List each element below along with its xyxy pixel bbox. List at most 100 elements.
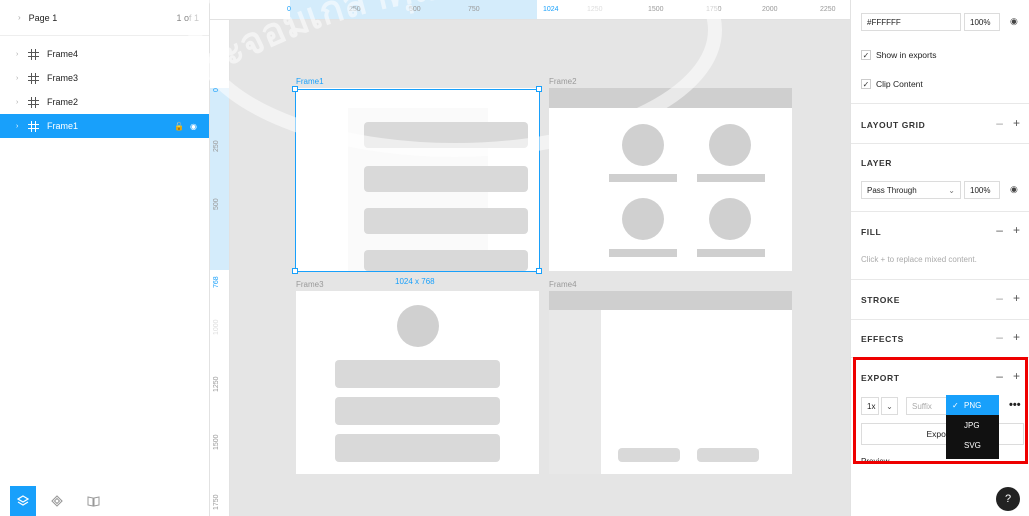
- help-button[interactable]: ?: [996, 487, 1020, 511]
- frame2-caption-1: [609, 174, 677, 182]
- ruler-tick: 250: [213, 140, 220, 152]
- layout-grid-title: LAYOUT GRID: [861, 120, 926, 130]
- ruler-tick: 1250: [213, 376, 220, 392]
- format-option-label: PNG: [964, 400, 982, 410]
- stroke-title: STROKE: [861, 295, 901, 305]
- frame-icon: [28, 120, 39, 132]
- export-format-dropdown[interactable]: ✓ PNG JPG SVG: [946, 395, 999, 459]
- sidebar-tabs: [0, 486, 209, 516]
- effects-section: EFFECTS – +: [851, 319, 1029, 357]
- frame-icon: [28, 72, 39, 84]
- frame2-caption-3: [609, 249, 677, 257]
- design-canvas[interactable]: Frame1 1024 x 768 Frame2 Frame3 Frame4: [231, 21, 850, 516]
- layer-item-frame1[interactable]: › Frame1 🔓 ◉: [0, 114, 209, 138]
- visibility-eye-icon[interactable]: ◉: [190, 122, 197, 131]
- resize-handle-tl[interactable]: [292, 86, 298, 92]
- fill-color-field[interactable]: #FFFFFF: [861, 13, 961, 31]
- plus-icon[interactable]: +: [1013, 369, 1020, 383]
- export-suffix-input[interactable]: Suffix: [906, 397, 948, 415]
- frame2[interactable]: [549, 88, 792, 271]
- expand-arrow-icon[interactable]: ›: [16, 51, 26, 58]
- page-selector[interactable]: › Page 1 1 of 1: [0, 0, 209, 36]
- ruler-tick: 0: [287, 6, 291, 13]
- layer-label: Frame3: [47, 73, 79, 83]
- frame4-button-2: [697, 448, 759, 462]
- resize-handle-tr[interactable]: [536, 86, 542, 92]
- minus-icon[interactable]: –: [996, 291, 1003, 305]
- minus-icon[interactable]: –: [996, 369, 1003, 383]
- resize-handle-bl[interactable]: [292, 268, 298, 274]
- eye-icon[interactable]: ◉: [1010, 16, 1018, 27]
- frame4-sidebar: [549, 310, 601, 474]
- ruler-tick: 1750: [213, 494, 220, 510]
- frame-label-frame2[interactable]: Frame2: [549, 77, 577, 86]
- ruler-tick: 2000: [762, 6, 778, 13]
- minus-icon[interactable]: –: [996, 330, 1003, 344]
- plus-icon[interactable]: +: [1013, 291, 1020, 305]
- frame3-bar-2: [335, 397, 500, 425]
- ruler-tick: 1024: [543, 6, 559, 13]
- horizontal-ruler: 0 250 500 750 1024 1250 1500 1750 2000 2…: [210, 0, 850, 20]
- frame4-header: [549, 291, 792, 310]
- ruler-tick: 1000: [213, 319, 220, 335]
- more-options-icon[interactable]: •••: [1009, 399, 1021, 411]
- expand-arrow-icon[interactable]: ›: [16, 123, 26, 130]
- eye-icon[interactable]: ◉: [1010, 184, 1018, 195]
- ruler-tick: 500: [213, 198, 220, 210]
- blend-mode-select[interactable]: Pass Through ⌄: [861, 181, 961, 199]
- resize-handle-br[interactable]: [536, 268, 542, 274]
- frame3[interactable]: [296, 291, 539, 474]
- expand-arrow-icon[interactable]: ›: [16, 99, 26, 106]
- minus-icon[interactable]: –: [996, 223, 1003, 237]
- frame2-avatar-1: [622, 124, 664, 166]
- layer-label: Frame1: [47, 121, 79, 131]
- format-option-label: SVG: [964, 440, 981, 450]
- ruler-tick: 500: [409, 6, 421, 13]
- frame3-bar-1: [335, 360, 500, 388]
- checkbox-checked-icon[interactable]: ✓: [861, 79, 871, 89]
- ruler-tick: 1500: [213, 434, 220, 450]
- layer-item-frame2[interactable]: › Frame2: [0, 90, 209, 114]
- fill-opacity-field[interactable]: 100%: [964, 13, 1000, 31]
- ruler-tick: 250: [349, 6, 361, 13]
- format-option-svg[interactable]: SVG: [946, 435, 999, 455]
- export-scale-dropdown[interactable]: ⌄: [881, 397, 898, 415]
- clip-content-checkbox[interactable]: ✓ Clip Content: [861, 79, 923, 89]
- layer-item-frame3[interactable]: › Frame3: [0, 66, 209, 90]
- minus-icon[interactable]: –: [996, 116, 1003, 130]
- library-icon[interactable]: [78, 486, 108, 516]
- format-option-png[interactable]: ✓ PNG: [946, 395, 999, 415]
- components-icon[interactable]: [42, 486, 72, 516]
- ruler-tick: 750: [468, 6, 480, 13]
- checkbox-checked-icon[interactable]: ✓: [861, 50, 871, 60]
- ruler-tick: 1250: [587, 6, 603, 13]
- chevron-right-icon: ›: [18, 13, 21, 22]
- plus-icon[interactable]: +: [1013, 223, 1020, 237]
- layer-section: LAYER Pass Through ⌄ 100% ◉: [851, 143, 1029, 211]
- plus-icon[interactable]: +: [1013, 116, 1020, 130]
- vertical-ruler: 0 250 500 768 1000 1250 1500 1750: [210, 20, 230, 516]
- frame-label-frame3[interactable]: Frame3: [296, 280, 324, 289]
- layer-item-frame4[interactable]: › Frame4: [0, 42, 209, 66]
- layers-panel: › Page 1 1 of 1 › Frame4 › Frame3 › Fram…: [0, 0, 210, 516]
- frame4[interactable]: [549, 291, 792, 474]
- frame-icon: [28, 96, 39, 108]
- show-in-exports-checkbox[interactable]: ✓ Show in exports: [861, 50, 936, 60]
- layers-icon[interactable]: [10, 486, 36, 516]
- layer-label: Frame4: [47, 49, 79, 59]
- page-count: 1 of 1: [176, 12, 199, 23]
- fill-hint: Click + to replace mixed content.: [861, 255, 977, 264]
- frame2-avatar-3: [622, 198, 664, 240]
- unlock-icon[interactable]: 🔓: [174, 122, 184, 131]
- format-option-jpg[interactable]: JPG: [946, 415, 999, 435]
- export-button[interactable]: Export F: [861, 423, 1024, 445]
- layer-opacity-field[interactable]: 100%: [964, 181, 1000, 199]
- export-scale-field[interactable]: 1x: [861, 397, 879, 415]
- frame-label-frame4[interactable]: Frame4: [549, 280, 577, 289]
- preview-toggle[interactable]: Preview: [861, 457, 889, 466]
- frame-label-frame1[interactable]: Frame1: [296, 77, 324, 86]
- frame2-caption-2: [697, 174, 765, 182]
- selection-box[interactable]: [295, 89, 540, 272]
- expand-arrow-icon[interactable]: ›: [16, 75, 26, 82]
- plus-icon[interactable]: +: [1013, 330, 1020, 344]
